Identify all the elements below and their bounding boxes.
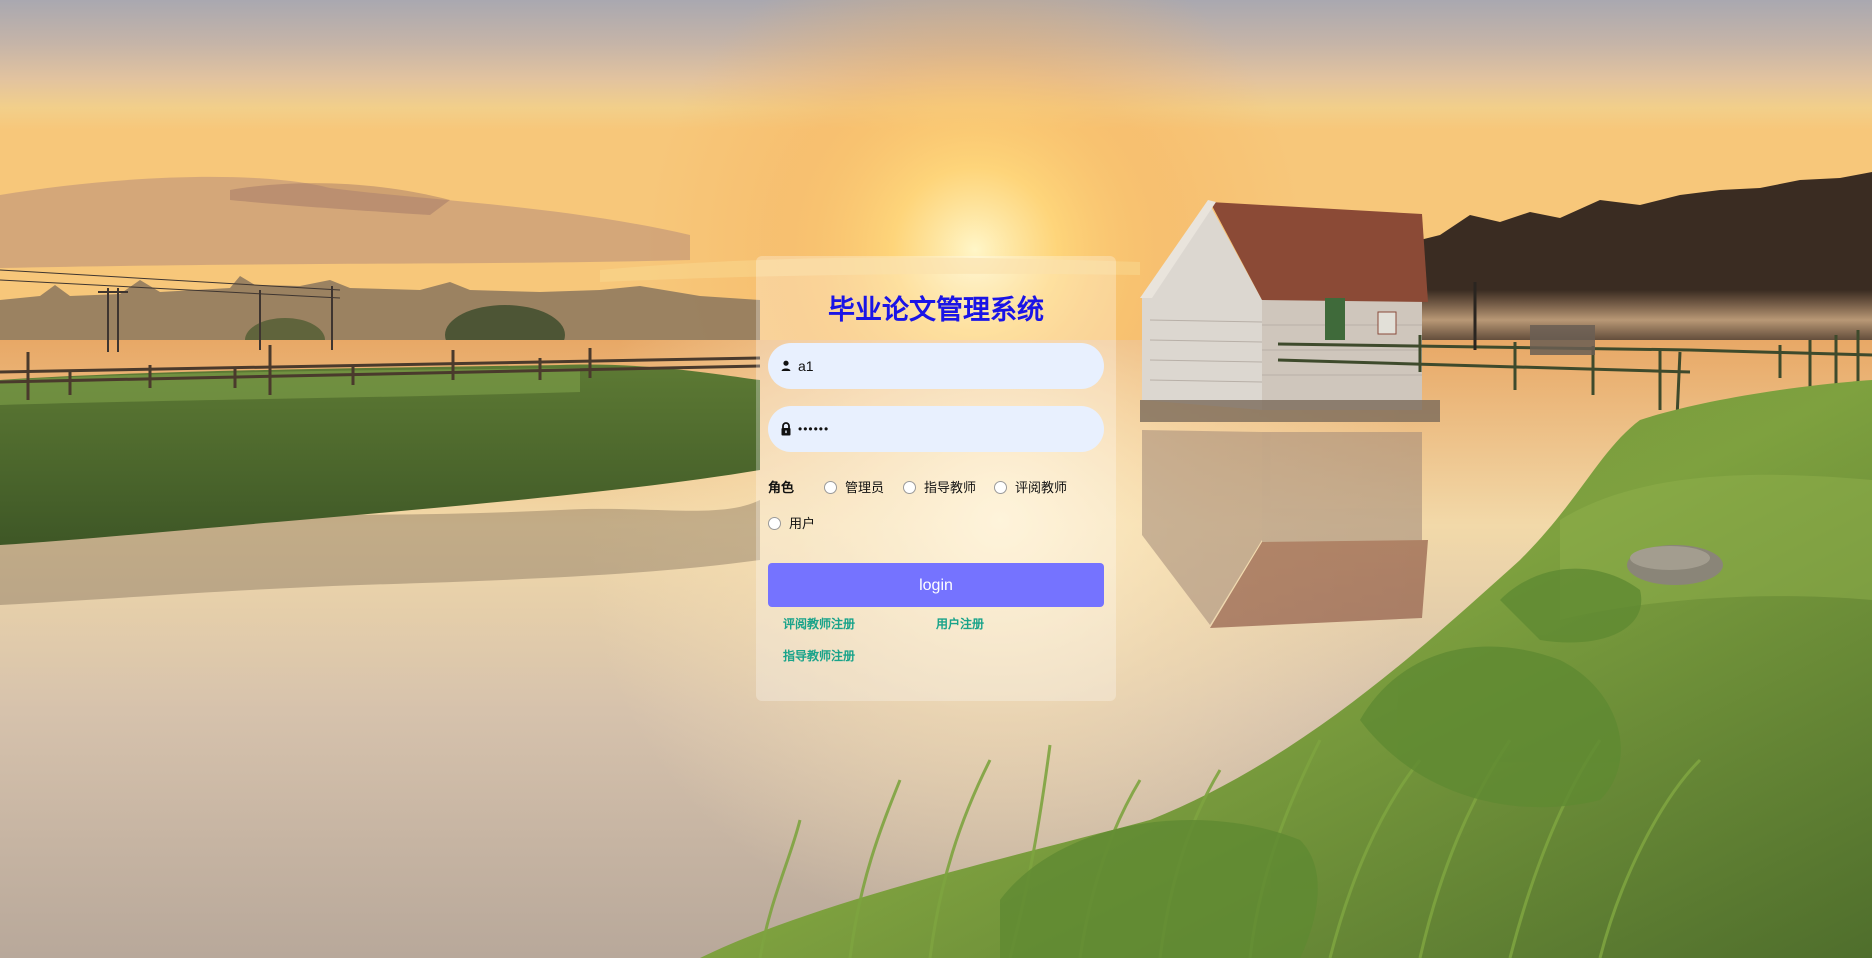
lock-icon	[778, 421, 794, 437]
username-input[interactable]: a1	[768, 343, 1104, 389]
role-option-advisor[interactable]: 指导教师	[903, 478, 976, 498]
role-option-admin[interactable]: 管理员	[824, 478, 884, 498]
username-value: a1	[798, 358, 814, 374]
reviewer-register-link[interactable]: 评阅教师注册	[783, 616, 855, 632]
advisor-register-link[interactable]: 指导教师注册	[783, 648, 855, 664]
role-label: 角色	[768, 480, 795, 495]
page-title: 毕业论文管理系统	[828, 295, 1044, 326]
role-option-label: 管理员	[845, 480, 885, 495]
radio-circle[interactable]	[768, 517, 781, 531]
role-option-user[interactable]: 用户	[768, 514, 815, 534]
role-option-label: 指导教师	[924, 480, 977, 495]
radio-circle[interactable]	[994, 481, 1007, 495]
user-register-link[interactable]: 用户注册	[936, 616, 984, 632]
password-value: ••••••	[798, 422, 830, 436]
radio-circle[interactable]	[824, 481, 837, 495]
role-option-label: 评阅教师	[1015, 480, 1068, 495]
role-selector: 角色 管理员 指导教师 评阅教师 用户	[768, 478, 1108, 548]
login-button[interactable]: login	[768, 563, 1104, 607]
password-input[interactable]: ••••••	[768, 406, 1104, 452]
radio-circle[interactable]	[903, 481, 916, 495]
role-option-reviewer[interactable]: 评阅教师	[994, 478, 1067, 498]
login-card: 毕业论文管理系统 a1 •••••• 角色 管理员 指导教师 评阅教师 用户 l…	[756, 256, 1116, 701]
role-option-label: 用户	[789, 516, 816, 531]
user-icon	[778, 358, 794, 374]
